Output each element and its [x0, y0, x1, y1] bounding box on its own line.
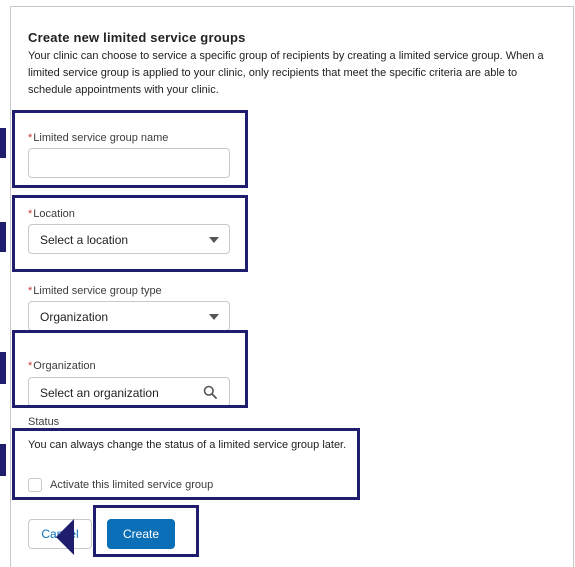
- form-title: Create new limited service groups: [28, 30, 246, 45]
- highlight-status: [12, 428, 360, 500]
- group-type-value: Organization: [40, 310, 109, 324]
- required-marker: *: [28, 285, 33, 297]
- highlight-group-name: [12, 110, 248, 188]
- step-marker: [0, 444, 6, 476]
- arrow-left-icon: [56, 519, 74, 555]
- chevron-down-icon: [209, 314, 219, 320]
- highlight-create: [93, 505, 199, 557]
- highlight-organization: [12, 330, 248, 408]
- step-marker: [0, 352, 6, 384]
- step-marker: [0, 128, 6, 158]
- step-marker: [0, 222, 6, 252]
- form-description: Your clinic can choose to service a spec…: [28, 50, 544, 96]
- group-type-select[interactable]: Organization: [28, 301, 230, 331]
- group-type-label: *Limited service group type: [28, 285, 162, 297]
- status-label: Status: [28, 416, 60, 428]
- highlight-location: [12, 195, 248, 272]
- group-type-label-text: Limited service group type: [33, 285, 162, 297]
